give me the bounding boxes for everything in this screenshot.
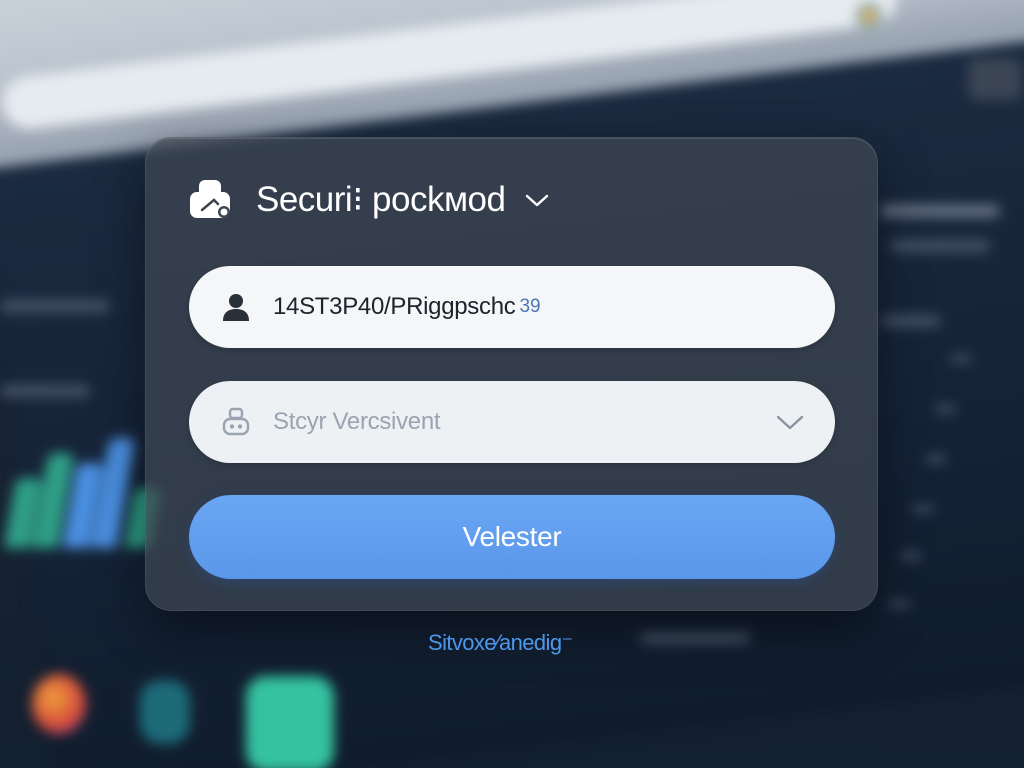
chevron-down-icon[interactable] xyxy=(775,412,805,432)
background-text xyxy=(880,205,1000,217)
background-text xyxy=(640,632,750,644)
chevron-down-icon[interactable] xyxy=(523,190,551,210)
version-placeholder: Stcyr Vercsivent xyxy=(273,408,441,435)
background-axis-tick xyxy=(950,355,972,363)
background-text xyxy=(0,300,110,312)
background-text xyxy=(890,240,990,252)
background-axis-tick xyxy=(888,600,910,608)
username-value: 14ST3P40/PRiggpschc xyxy=(273,293,516,320)
background-app-icon xyxy=(140,680,190,744)
background-toolbar-icon xyxy=(968,58,1022,100)
background-app-icon xyxy=(32,674,86,734)
version-select[interactable]: Stcyr Vercsivent xyxy=(189,381,835,463)
user-card-icon xyxy=(188,178,234,222)
background-app-icon xyxy=(246,676,334,768)
user-icon xyxy=(221,291,251,323)
background-text xyxy=(880,315,940,327)
background-axis-tick xyxy=(935,405,957,413)
username-suffix: 39 xyxy=(519,296,541,317)
background-axis-tick xyxy=(900,552,922,560)
dialog-header: Securi⁝ pockмod xyxy=(188,176,551,224)
robot-icon xyxy=(221,406,251,438)
background-axis-tick xyxy=(912,505,934,513)
dialog-title: Securi⁝ pockмod xyxy=(256,180,506,219)
secure-login-dialog: Securi⁝ pockмod 14ST3P40/PRiggpschc 39 S… xyxy=(145,137,878,611)
background-toolbar-icon xyxy=(855,2,883,30)
username-field[interactable]: 14ST3P40/PRiggpschc 39 xyxy=(189,266,835,348)
background-axis-tick xyxy=(925,455,947,463)
submit-button[interactable]: Velester xyxy=(189,495,835,579)
background-text xyxy=(0,385,90,397)
footer-link[interactable]: Sitvoxe⁄anedig⁻ xyxy=(428,630,573,656)
